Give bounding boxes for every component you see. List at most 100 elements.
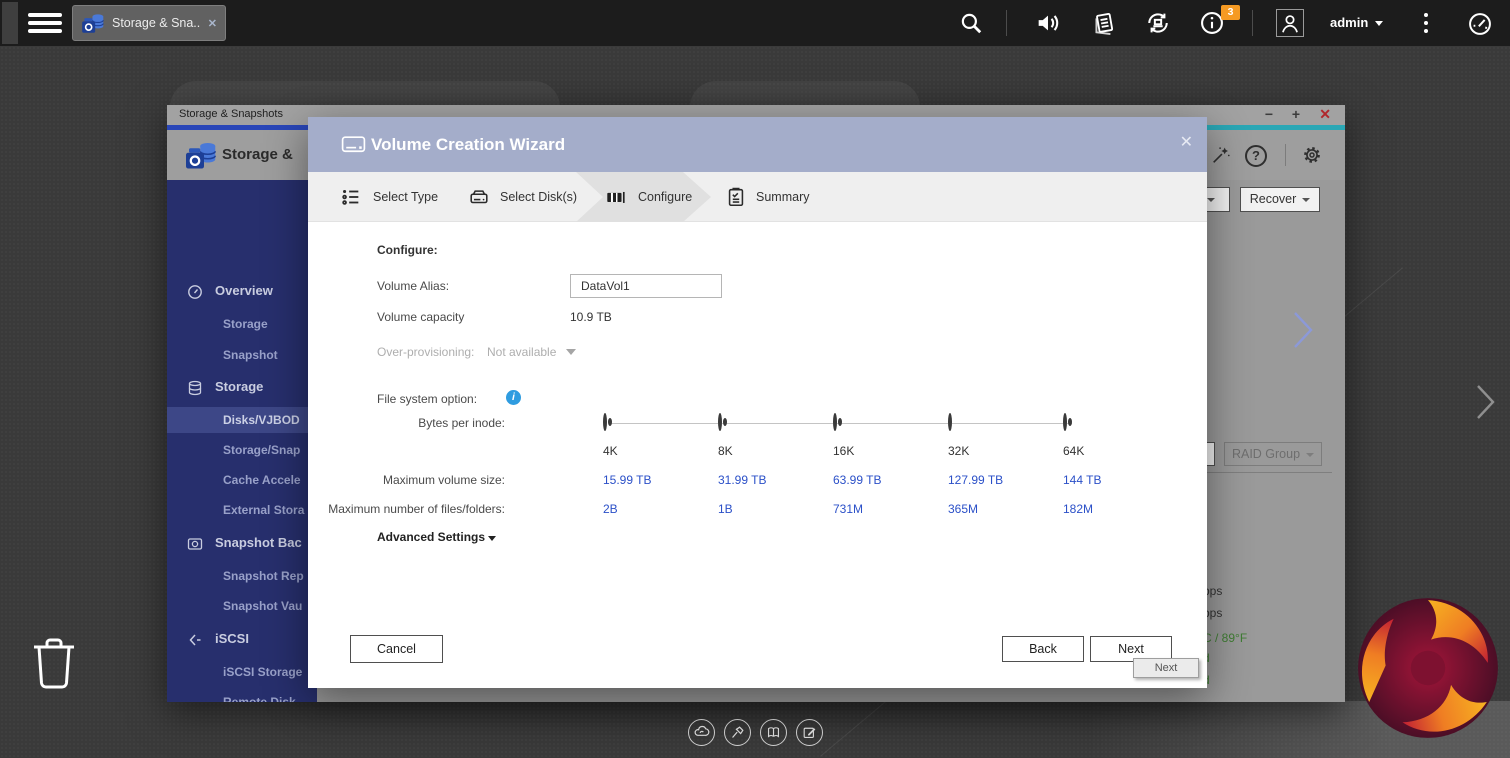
- feedback-compose-icon[interactable]: [796, 719, 823, 746]
- database-icon: [187, 379, 203, 395]
- documentation-book-icon[interactable]: [760, 719, 787, 746]
- sidebar-item-overview[interactable]: Overview: [167, 278, 317, 304]
- inode-radio-4k[interactable]: [603, 413, 607, 431]
- select-disks-icon: [468, 186, 490, 208]
- help-glyph: ?: [1252, 148, 1260, 163]
- background-tasks-icon[interactable]: [1090, 9, 1118, 37]
- raid-group-dropdown-button[interactable]: RAID Group: [1224, 442, 1322, 466]
- max-files-value: 731M: [833, 502, 948, 516]
- chevron-down-icon: [1306, 453, 1314, 457]
- recover-dropdown-button[interactable]: Recover: [1240, 187, 1320, 212]
- sidebar-item-remote-disk[interactable]: Remote Disk: [167, 689, 317, 702]
- step-summary[interactable]: Summary: [756, 172, 809, 222]
- advanced-settings-toggle[interactable]: Advanced Settings: [377, 530, 496, 544]
- volume-capacity-label: Volume capacity: [377, 310, 464, 324]
- max-volume-value: 63.99 TB: [833, 473, 948, 487]
- vendor-swirl-logo: [1352, 592, 1504, 744]
- volume-capacity-value: 10.9 TB: [570, 310, 612, 324]
- max-volume-value: 15.99 TB: [603, 473, 718, 487]
- inode-radio-row: [603, 415, 1178, 429]
- bytes-per-inode-label: Bytes per inode:: [308, 416, 505, 430]
- advanced-settings-label: Advanced Settings: [377, 530, 485, 544]
- max-volume-value: 31.99 TB: [718, 473, 833, 487]
- admin-menu[interactable]: admin: [1330, 15, 1383, 30]
- cancel-button[interactable]: Cancel: [350, 635, 443, 663]
- tools-hammer-icon[interactable]: [724, 719, 751, 746]
- taskbar-divider: [1006, 10, 1007, 36]
- sidebar-section-iscsi[interactable]: iSCSI: [167, 626, 317, 652]
- max-volume-value: 144 TB: [1063, 473, 1178, 487]
- minimize-button[interactable]: −: [1265, 105, 1273, 125]
- inode-size-label: 32K: [948, 444, 1063, 458]
- max-files-values: 2B 1B 731M 365M 182M: [603, 502, 1178, 516]
- maximize-button[interactable]: +: [1292, 105, 1300, 125]
- inode-size-labels: 4K 8K 16K 32K 64K: [603, 444, 1178, 458]
- iscsi-arrow-icon: [187, 631, 203, 647]
- inode-size-label: 16K: [833, 444, 948, 458]
- more-options-icon[interactable]: [1424, 13, 1428, 33]
- inode-radio-16k[interactable]: [833, 413, 837, 431]
- info-glyph: i: [512, 391, 515, 403]
- section-label: Configure:: [377, 243, 438, 257]
- sidebar-item-cache-acceleration[interactable]: Cache Accele: [167, 467, 317, 493]
- inode-radio-64k[interactable]: [1063, 413, 1067, 431]
- settings-gear-icon[interactable]: [1301, 144, 1323, 166]
- max-files-value: 365M: [948, 502, 1063, 516]
- storage-app-icon: [80, 10, 106, 36]
- volume-icon[interactable]: [1034, 9, 1062, 37]
- sidebar-item-storage-snapshots[interactable]: Storage/Snap: [167, 437, 317, 463]
- max-files-value: 1B: [718, 502, 833, 516]
- app-tab-storage-snapshots[interactable]: Storage & Sna... ✕: [72, 5, 226, 41]
- sidebar-item-disks-vjbod[interactable]: Disks/VJBOD: [167, 407, 317, 433]
- sidebar-item-iscsi-storage[interactable]: iSCSI Storage: [167, 659, 317, 685]
- inode-radio-32k-selected[interactable]: [948, 413, 952, 431]
- user-avatar[interactable]: [1276, 9, 1304, 37]
- status-line: C / 89°F: [1203, 631, 1247, 645]
- dialog-header[interactable]: Volume Creation Wizard ✕: [308, 117, 1207, 172]
- window-title: Storage & Snapshots: [179, 108, 283, 120]
- wizard-wand-icon[interactable]: [1210, 144, 1232, 166]
- configure-partition-icon: [605, 186, 627, 208]
- step-select-disks[interactable]: Select Disk(s): [500, 172, 577, 222]
- main-menu-icon[interactable]: [28, 13, 62, 33]
- back-button[interactable]: Back: [1002, 636, 1084, 662]
- max-volume-size-values: 15.99 TB 31.99 TB 63.99 TB 127.99 TB 144…: [603, 473, 1178, 487]
- inode-size-label: 64K: [1063, 444, 1178, 458]
- info-icon[interactable]: i: [506, 390, 521, 405]
- window-close-button[interactable]: ✕: [1319, 105, 1331, 125]
- step-select-type[interactable]: Select Type: [373, 172, 438, 222]
- over-provisioning-dropdown-icon[interactable]: [566, 349, 576, 355]
- max-files-label: Maximum number of files/folders:: [308, 502, 505, 516]
- chevron-down-icon: [1302, 198, 1310, 202]
- app-name: Storage &: [222, 146, 293, 163]
- search-icon[interactable]: [958, 10, 986, 38]
- sidebar-item-storage-overview[interactable]: Storage: [167, 311, 317, 337]
- help-icon[interactable]: ?: [1245, 145, 1267, 167]
- device-sync-icon[interactable]: [1144, 9, 1172, 37]
- qnap-desktop: Storage & Sna... ✕: [0, 0, 1510, 758]
- sidebar-item-snapshot-vault[interactable]: Snapshot Vau: [167, 593, 317, 619]
- dashboard-gauge-icon[interactable]: [1466, 10, 1494, 38]
- chevron-down-icon: [1207, 198, 1215, 202]
- volume-alias-input[interactable]: [570, 274, 722, 298]
- inode-size-label: 4K: [603, 444, 718, 458]
- header-divider: [1285, 144, 1286, 166]
- volume-creation-wizard-dialog: Volume Creation Wizard ✕ Select Type: [308, 117, 1207, 688]
- recycle-bin-icon[interactable]: [26, 630, 82, 697]
- step-configure[interactable]: Configure: [638, 172, 692, 222]
- inode-radio-8k[interactable]: [718, 413, 722, 431]
- taskbar-divider: [1252, 10, 1253, 36]
- dialog-title: Volume Creation Wizard: [371, 117, 565, 172]
- sidebar-section-snapshot-backup[interactable]: Snapshot Bac: [167, 530, 317, 556]
- sidebar-item-snapshot-replica[interactable]: Snapshot Rep: [167, 563, 317, 589]
- carousel-next-icon[interactable]: [1288, 308, 1318, 357]
- sidebar-item-external-storage[interactable]: External Stora: [167, 497, 317, 523]
- tab-close-icon[interactable]: ✕: [208, 17, 217, 30]
- desktop-next-chevron-icon[interactable]: [1472, 382, 1500, 427]
- raid-group-label: RAID Group: [1232, 447, 1300, 461]
- cloud-sync-icon[interactable]: [688, 719, 715, 746]
- dialog-close-icon[interactable]: ✕: [1180, 117, 1193, 169]
- sidebar-item-snapshot-overview[interactable]: Snapshot: [167, 342, 317, 368]
- admin-label: admin: [1330, 15, 1368, 30]
- sidebar-section-storage[interactable]: Storage: [167, 374, 317, 400]
